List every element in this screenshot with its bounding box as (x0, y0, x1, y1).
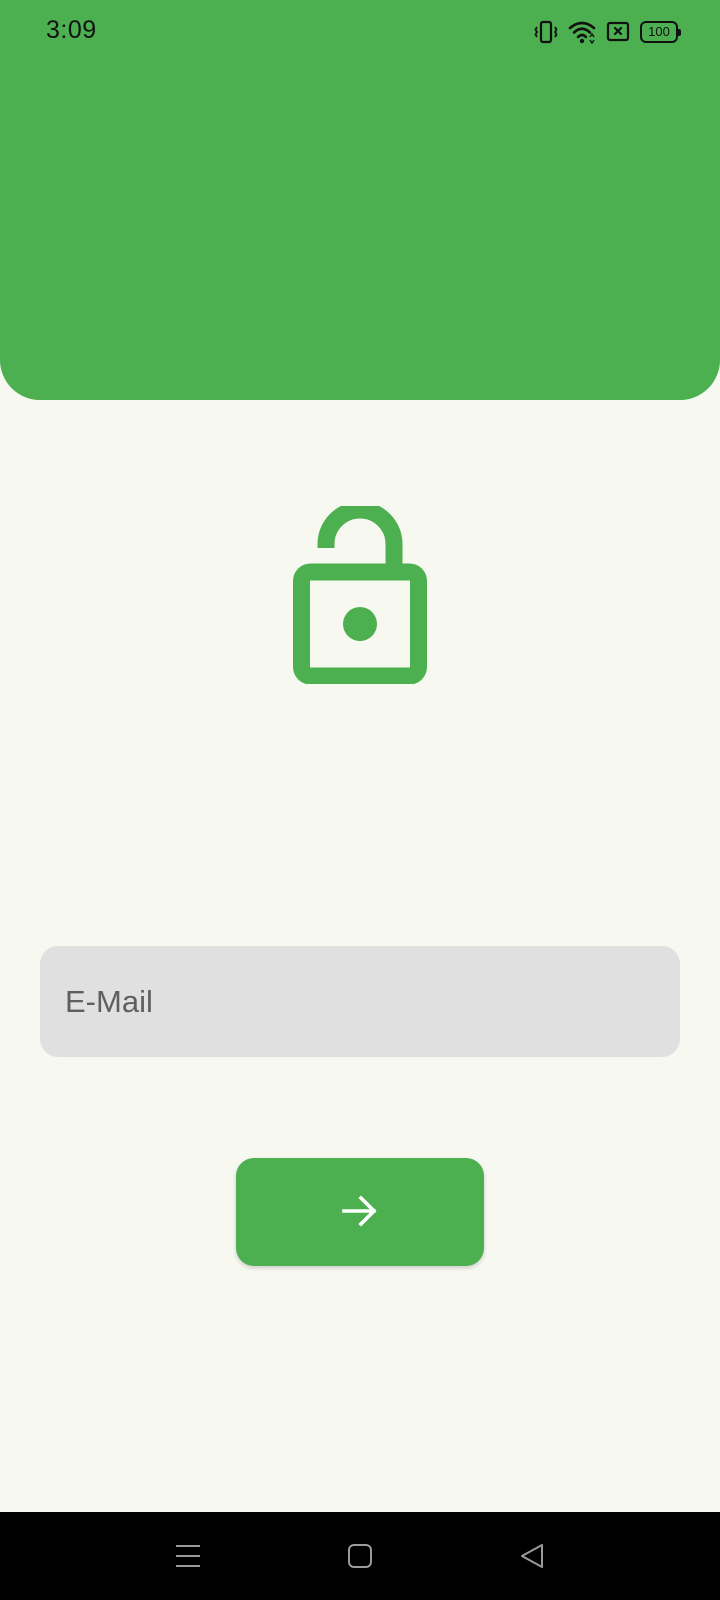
email-field[interactable] (40, 946, 680, 1057)
menu-icon[interactable] (170, 1538, 206, 1574)
unlocked-padlock-icon (293, 501, 427, 685)
no-sim-icon (606, 21, 630, 43)
home-icon[interactable] (342, 1538, 378, 1574)
vibrate-icon (534, 19, 558, 45)
status-bar: 3:09 100 (0, 0, 720, 64)
navigation-bar (0, 1512, 720, 1600)
email-input[interactable] (65, 946, 680, 1057)
next-button[interactable] (236, 1158, 484, 1266)
back-icon[interactable] (514, 1538, 550, 1574)
arrow-right-icon (340, 1191, 380, 1234)
wifi-icon (568, 20, 596, 44)
status-icons: 100 (534, 16, 681, 48)
status-time: 3:09 (46, 16, 97, 44)
battery-icon: 100 (640, 21, 681, 43)
login-screen: 3:09 100 E-Mail (0, 0, 720, 1600)
